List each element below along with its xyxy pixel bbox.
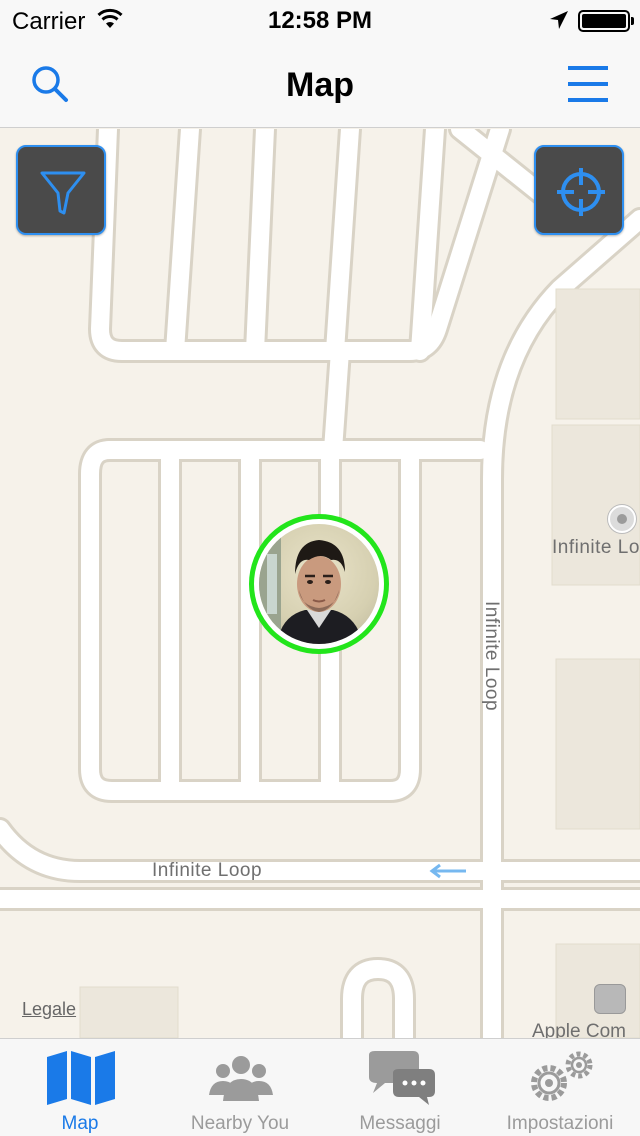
page-title: Map <box>286 66 354 104</box>
gears-icon <box>531 1051 593 1101</box>
tab-label: Messaggi <box>359 1113 441 1134</box>
chat-bubbles-icon <box>369 1051 435 1105</box>
building-block <box>79 986 179 1038</box>
people-icon <box>209 1056 273 1101</box>
tab-nearby-you[interactable]: Nearby You <box>160 1039 320 1136</box>
tab-map[interactable]: Map <box>0 1039 160 1136</box>
legal-link[interactable]: Legale <box>22 999 76 1020</box>
person-portrait <box>259 524 363 644</box>
street-label: Infinite Loop <box>152 860 263 881</box>
tab-label: Nearby You <box>190 1113 290 1134</box>
filter-button[interactable] <box>16 145 106 235</box>
building-block <box>555 658 640 830</box>
locate-me-button[interactable] <box>534 145 624 235</box>
street-label-vertical: Infinite Loop <box>481 601 502 712</box>
building-block <box>555 288 640 420</box>
clock: 12:58 PM <box>267 7 373 34</box>
apple-logo-icon[interactable] <box>594 984 626 1014</box>
poi-pin-icon[interactable] <box>608 505 636 533</box>
map-icon <box>47 1051 115 1105</box>
tab-label: Map <box>61 1113 99 1134</box>
tab-impostazioni[interactable]: Impostazioni <box>480 1039 640 1136</box>
battery-icon <box>578 10 634 32</box>
user-avatar <box>259 524 379 644</box>
user-location-marker[interactable] <box>249 514 389 654</box>
filter-icon <box>40 171 86 215</box>
map-view[interactable]: Infinite Loop Infinite Loop Infinite Lo … <box>0 129 640 1038</box>
crosshair-icon <box>557 168 605 216</box>
status-bar: Carrier 12:58 PM <box>0 0 640 40</box>
poi-label: Infinite Lo <box>552 537 640 558</box>
menu-icon[interactable] <box>566 62 610 106</box>
navigation-bar: Map <box>0 40 640 128</box>
tab-label: Impostazioni <box>506 1113 614 1134</box>
poi-label-apple: Apple Com <box>532 1021 626 1038</box>
tab-bar: Map Nearby You Messaggi Impostazioni <box>0 1038 640 1136</box>
location-arrow-icon <box>548 9 570 36</box>
tab-messaggi[interactable]: Messaggi <box>320 1039 480 1136</box>
